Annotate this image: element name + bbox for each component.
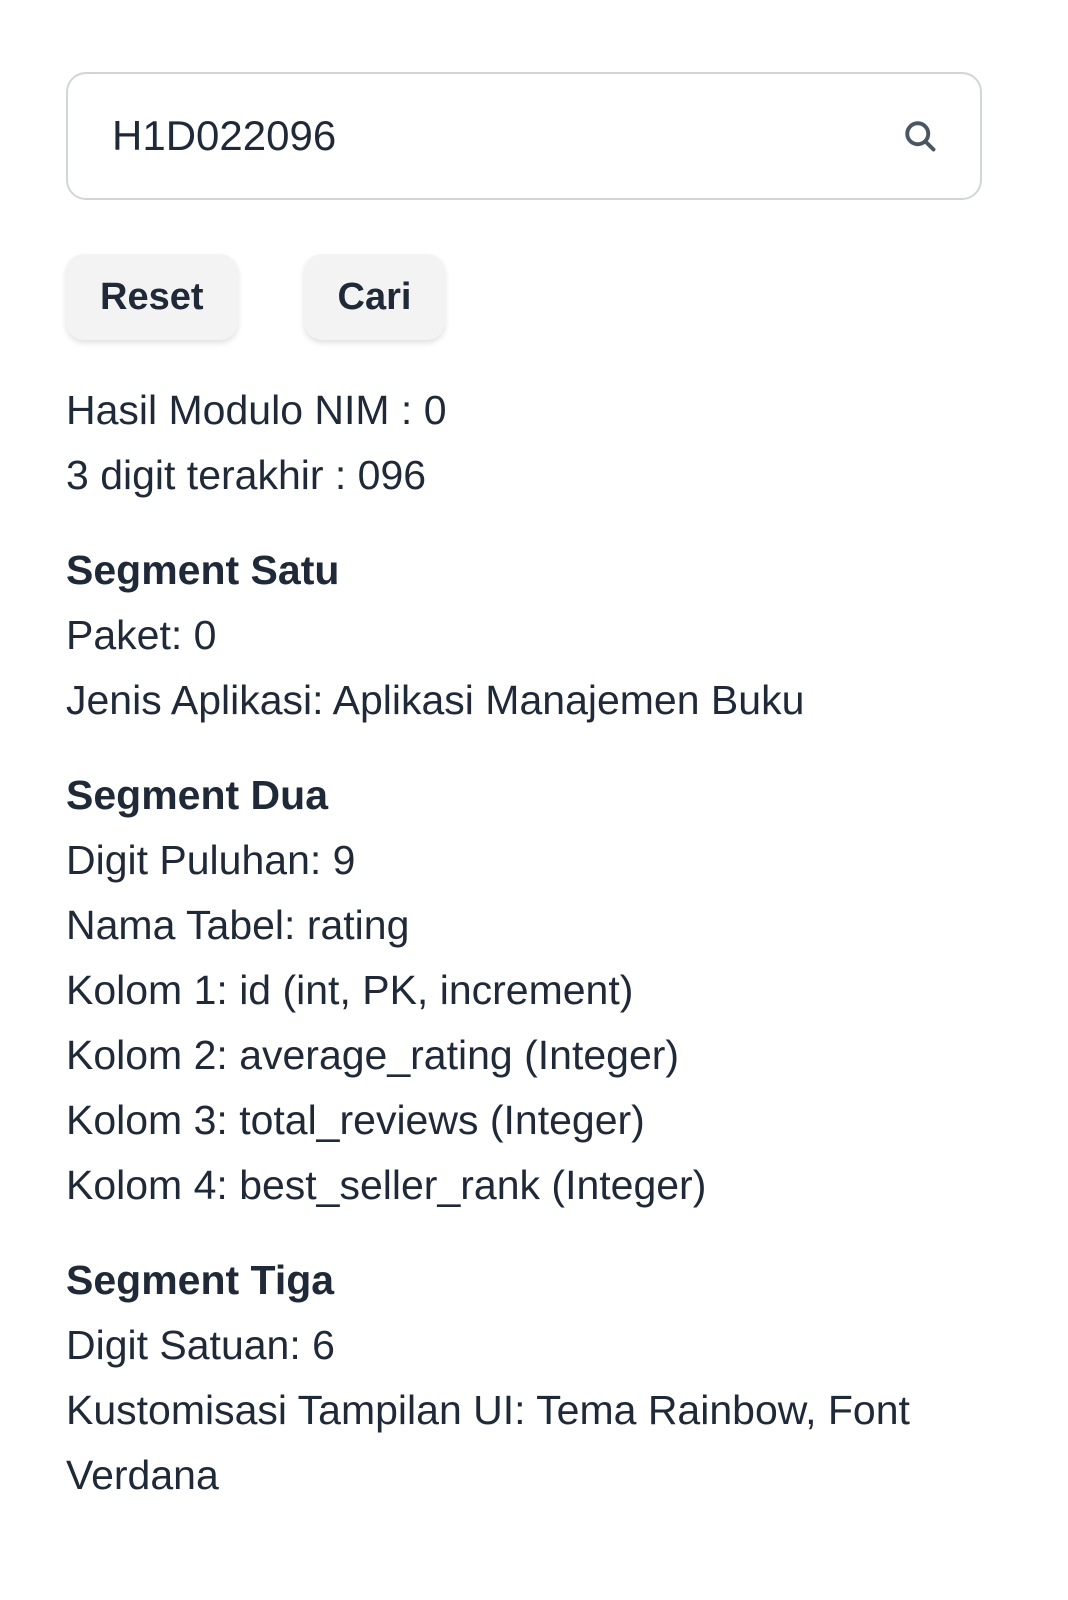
segment-dua-line: Kolom 2: average_rating (Integer) — [66, 1032, 680, 1078]
segment-satu-title: Segment Satu — [66, 547, 340, 593]
segment-dua: Segment Dua Digit Puluhan: 9 Nama Tabel:… — [66, 763, 982, 1218]
segment-tiga: Segment Tiga Digit Satuan: 6 Kustomisasi… — [66, 1248, 982, 1508]
segment-satu-line: Paket: 0 — [66, 612, 217, 658]
segment-tiga-line: Digit Satuan: 6 — [66, 1322, 335, 1368]
last-digits-result: 3 digit terakhir : 096 — [66, 452, 427, 498]
segment-dua-line: Nama Tabel: rating — [66, 902, 410, 948]
reset-button[interactable]: Reset — [66, 254, 238, 340]
results-section: Hasil Modulo NIM : 0 3 digit terakhir : … — [66, 378, 982, 1508]
segment-satu: Segment Satu Paket: 0 Jenis Aplikasi: Ap… — [66, 538, 982, 733]
button-group: Reset Cari — [66, 254, 982, 340]
segment-satu-line: Jenis Aplikasi: Aplikasi Manajemen Buku — [66, 677, 805, 723]
search-box[interactable] — [66, 72, 982, 200]
segment-dua-line: Kolom 1: id (int, PK, increment) — [66, 967, 634, 1013]
search-button[interactable]: Cari — [303, 254, 446, 340]
modulo-result: Hasil Modulo NIM : 0 — [66, 387, 447, 433]
main-container: Reset Cari Hasil Modulo NIM : 0 3 digit … — [66, 72, 982, 1508]
segment-dua-line: Digit Puluhan: 9 — [66, 837, 356, 883]
search-input[interactable] — [112, 112, 900, 160]
segment-dua-line: Kolom 4: best_seller_rank (Integer) — [66, 1162, 707, 1208]
segment-tiga-line: Kustomisasi Tampilan UI: Tema Rainbow, F… — [66, 1387, 910, 1498]
segment-dua-title: Segment Dua — [66, 772, 328, 818]
search-icon[interactable] — [900, 116, 940, 156]
segment-tiga-title: Segment Tiga — [66, 1257, 335, 1303]
segment-dua-line: Kolom 3: total_reviews (Integer) — [66, 1097, 645, 1143]
